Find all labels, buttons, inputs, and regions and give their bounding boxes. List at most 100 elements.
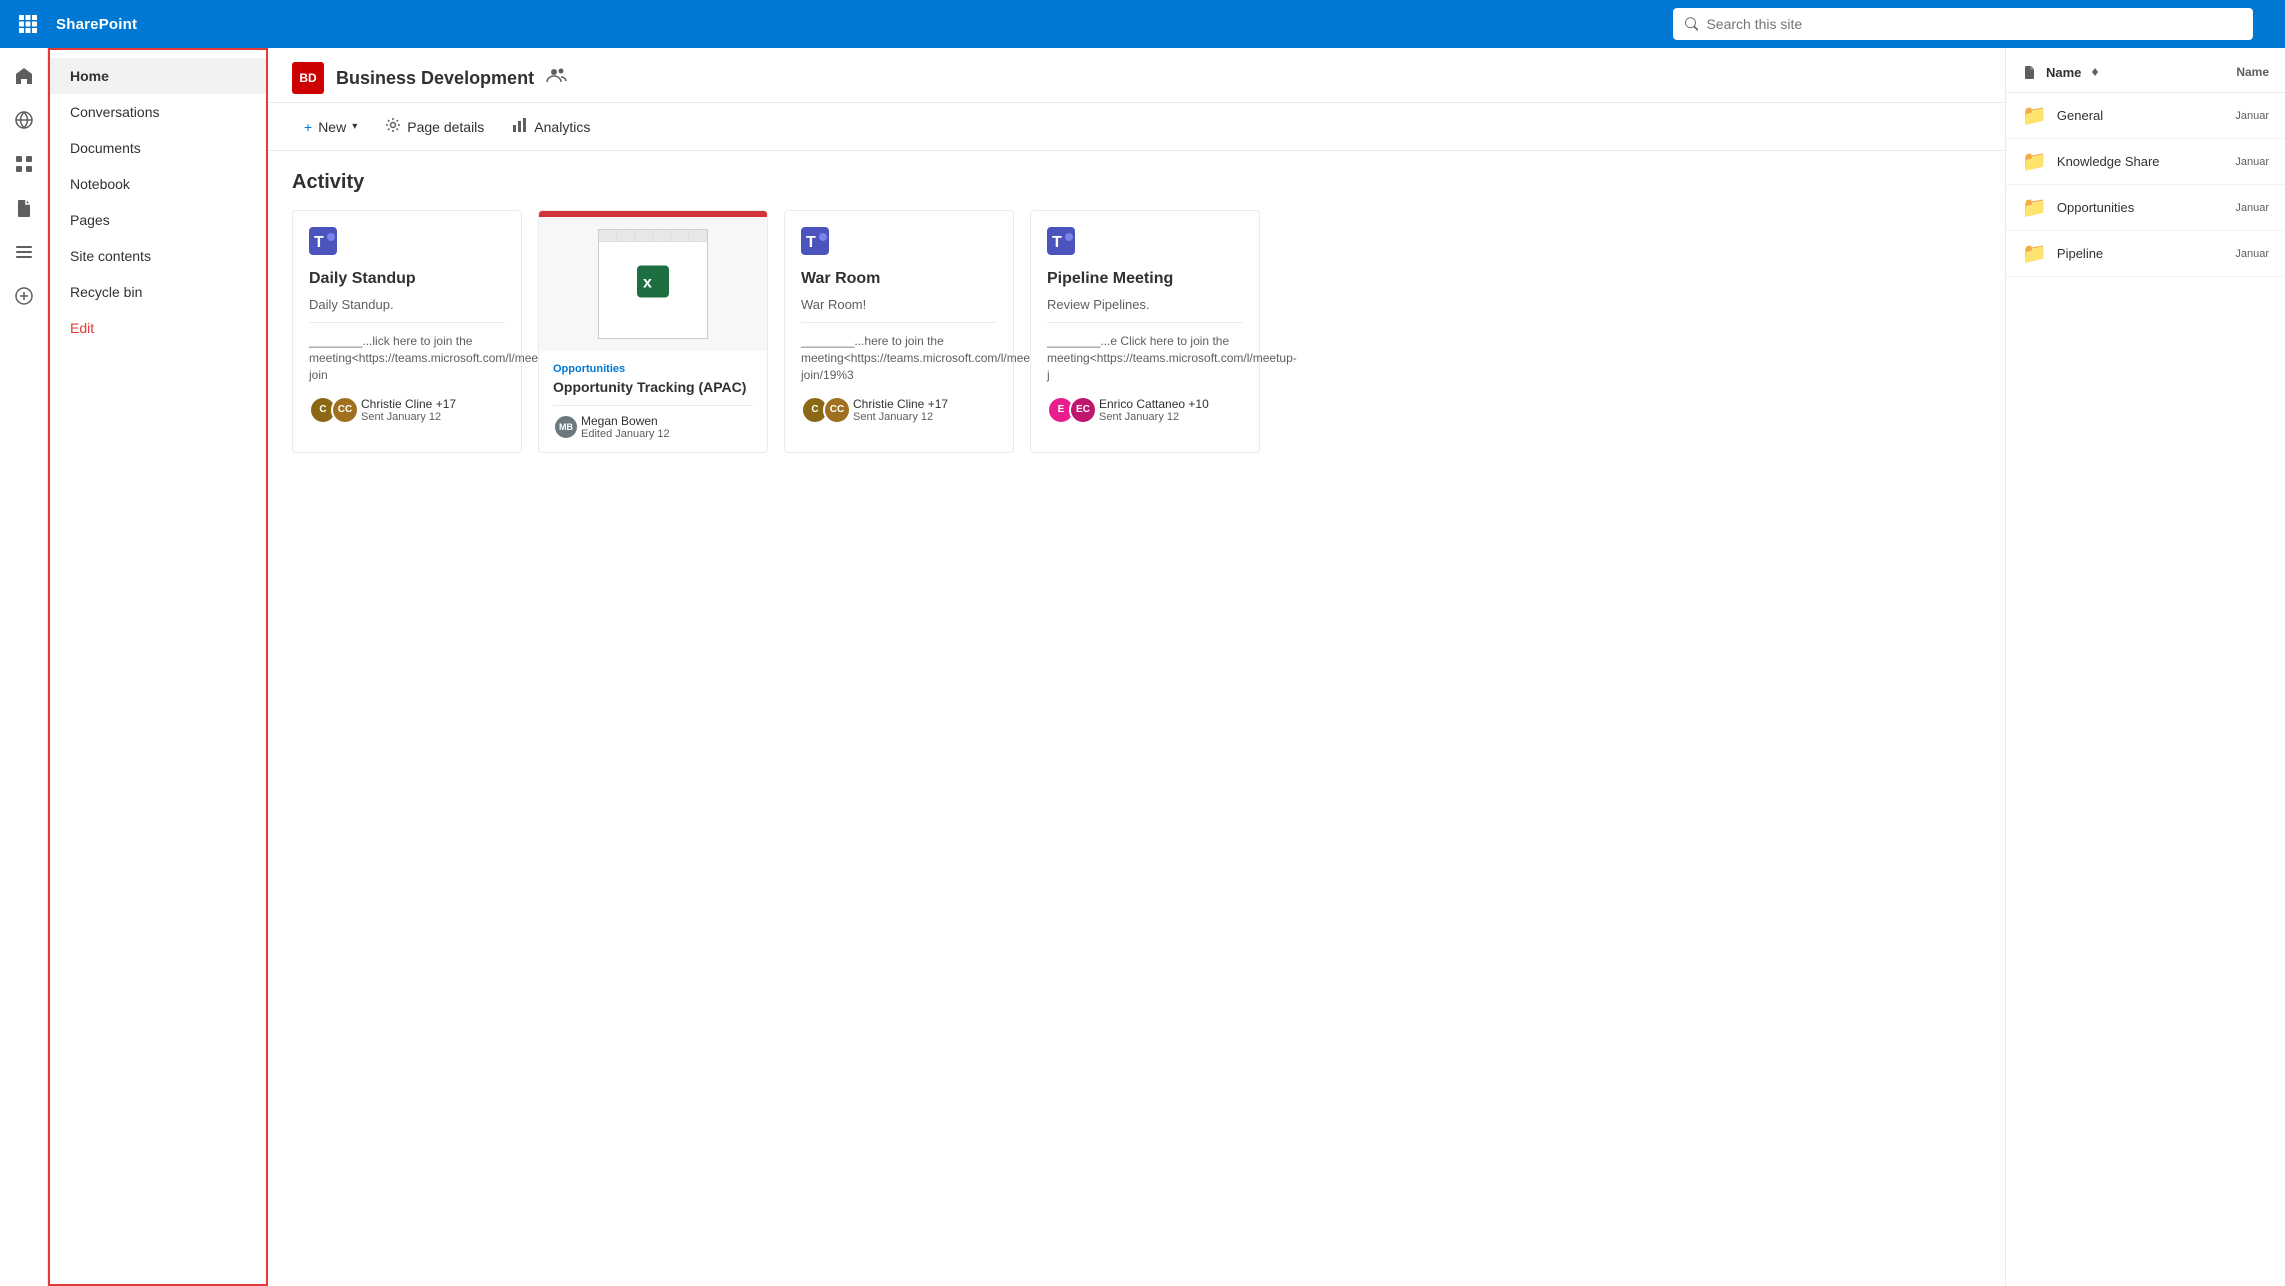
opp-divider [553,405,753,406]
opp-card-body: Opportunities Opportunity Tracking (APAC… [539,351,767,452]
sidebar-item-pages[interactable]: Pages [50,202,266,238]
card-desc-daily-standup: Daily Standup. [309,296,505,314]
file-icon-header [2022,64,2038,80]
card-link-war-room: ________...here to join the meeting<http… [801,333,997,383]
teams-pipeline-icon: T [1047,227,1243,260]
site-title: Business Development [336,68,534,89]
card-footer-war-room: C CC Christie Cline +17 Sent January 12 [801,396,997,424]
new-button[interactable]: + New ▾ [292,113,369,141]
teams-card-icon: T [309,227,505,260]
opp-title: Opportunity Tracking (APAC) [553,379,753,395]
card-footer-pipeline: E EC Enrico Cattaneo +10 Sent January 12 [1047,396,1243,424]
avatar-group-pipeline: E EC [1047,396,1091,424]
file-date-opportunities: Januar [2235,202,2269,214]
chart-icon [512,117,528,136]
card-author-war-info: Christie Cline +17 Sent January 12 [853,397,948,423]
main-area: BD Business Development + New ▾ [268,48,2285,1286]
file-row-pipeline[interactable]: 📁 Pipeline Januar [2006,231,2285,277]
opp-footer: MB Megan Bowen Edited January 12 [553,414,753,440]
file-list-name-header[interactable]: Name [2046,65,2081,80]
left-rail [0,48,48,1286]
file-date-general: Januar [2235,110,2269,122]
teams-icon[interactable] [546,65,568,92]
card-link-pipeline: ________...e Click here to join the meet… [1047,333,1243,383]
right-panel: Name Name 📁 General Januar 📁 Knowledge S… [2005,48,2285,1286]
opp-author-info: Megan Bowen Edited January 12 [581,414,670,440]
folder-icon-pipeline: 📁 [2022,241,2047,266]
avatar-group-war-room: C CC [801,396,845,424]
waffle-icon[interactable] [12,8,44,40]
page-details-button[interactable]: Page details [373,111,496,142]
file-date-pipeline: Januar [2235,248,2269,260]
file-name-opportunities: Opportunities [2057,200,2225,215]
opp-avatar: MB [553,414,579,440]
card-daily-standup[interactable]: T Daily Standup Daily Standup. ________.… [292,210,522,453]
folder-icon-general: 📁 [2022,103,2047,128]
search-box[interactable] [1673,8,2253,40]
content-area: BD Business Development + New ▾ [268,48,2005,1286]
topbar: SharePoint [0,0,2285,48]
preview-bar [539,211,767,217]
sidebar-item-edit[interactable]: Edit [50,310,266,346]
sidebar-item-recycle-bin[interactable]: Recycle bin [50,274,266,310]
card-opportunity-tracking[interactable]: x Opportunities Opportunity Tracking (AP… [538,210,768,453]
card-divider-pipeline [1047,322,1243,323]
file-date-knowledge: Januar [2235,156,2269,168]
card-desc-war-room: War Room! [801,296,997,314]
svg-text:x: x [643,275,652,292]
file-row-general[interactable]: 📁 General Januar [2006,93,2285,139]
activity-title: Activity [292,171,1981,194]
file-name-pipeline: Pipeline [2057,246,2225,261]
rail-doc-icon[interactable] [4,188,44,228]
folder-icon-knowledge: 📁 [2022,149,2047,174]
card-title-pipeline: Pipeline Meeting [1047,270,1243,288]
sidebar-item-notebook[interactable]: Notebook [50,166,266,202]
plus-icon: + [304,119,312,135]
cards-grid: T Daily Standup Daily Standup. ________.… [292,210,1981,453]
svg-text:T: T [806,234,816,251]
svg-text:T: T [1052,234,1062,251]
rail-home-icon[interactable] [4,56,44,96]
rail-list-icon[interactable] [4,232,44,272]
svg-text:T: T [314,234,324,251]
avatar-2: CC [331,396,359,424]
card-author-pipeline-info: Enrico Cattaneo +10 Sent January 12 [1099,397,1209,423]
file-name-knowledge: Knowledge Share [2057,154,2225,169]
file-row-opportunities[interactable]: 📁 Opportunities Januar [2006,185,2285,231]
card-author-info: Christie Cline +17 Sent January 12 [361,397,456,423]
opp-preview: x [539,211,767,351]
card-title-daily-standup: Daily Standup [309,270,505,288]
avatar-war-2: CC [823,396,851,424]
card-desc-pipeline: Review Pipelines. [1047,296,1243,314]
rail-plus-circle-icon[interactable] [4,276,44,316]
settings-icon [385,117,401,136]
file-row-knowledge-share[interactable]: 📁 Knowledge Share Januar [2006,139,2285,185]
sidebar-item-home[interactable]: Home [50,58,266,94]
sidebar-item-conversations[interactable]: Conversations [50,94,266,130]
folder-icon-opportunities: 📁 [2022,195,2047,220]
card-pipeline-meeting[interactable]: T Pipeline Meeting Review Pipelines. ___… [1030,210,1260,453]
chevron-down-icon: ▾ [352,121,357,132]
analytics-button[interactable]: Analytics [500,111,602,142]
card-divider-war-room [801,322,997,323]
avatar-pip-2: EC [1069,396,1097,424]
sidebar-item-documents[interactable]: Documents [50,130,266,166]
card-divider [309,322,505,323]
avatar-group: C CC [309,396,353,424]
modified-header: Name [2236,65,2269,79]
sort-icon [2089,66,2101,78]
sidebar-item-site-contents[interactable]: Site contents [50,238,266,274]
site-header: BD Business Development [268,48,2005,103]
activity-section: Activity T Daily Standup Daily Standup. [268,151,2005,473]
rail-globe-icon[interactable] [4,100,44,140]
file-list-header: Name Name [2006,56,2285,93]
opp-label: Opportunities [553,363,753,375]
search-input[interactable] [1706,16,2241,32]
rail-grid-icon[interactable] [4,144,44,184]
card-title-war-room: War Room [801,270,997,288]
toolbar: + New ▾ Page details Analytics [268,103,2005,151]
brand-name: SharePoint [56,16,137,33]
card-war-room[interactable]: T War Room War Room! ________...here to … [784,210,1014,453]
card-footer-daily-standup: C CC Christie Cline +17 Sent January 12 [309,396,505,424]
file-name-general: General [2057,108,2225,123]
